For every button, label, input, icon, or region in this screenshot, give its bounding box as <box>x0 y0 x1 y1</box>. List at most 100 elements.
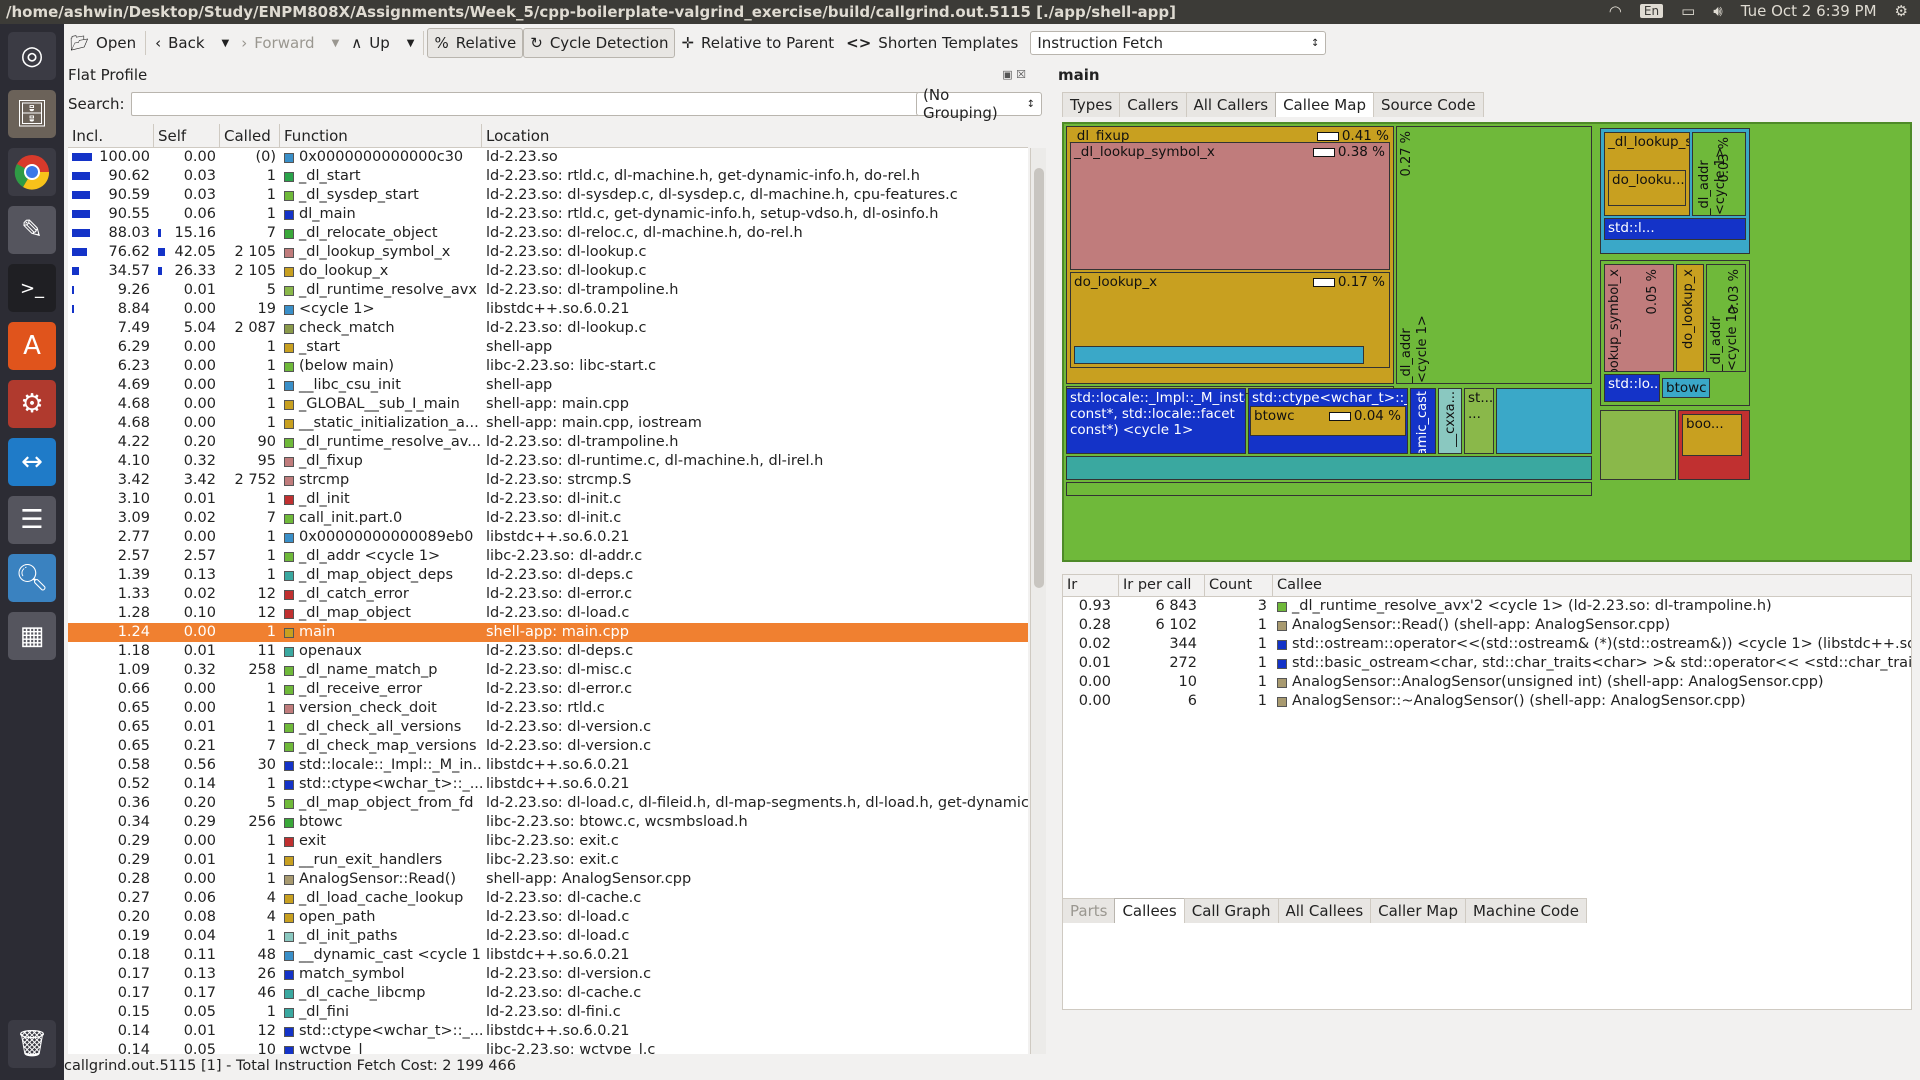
cycle-detection-toggle-button[interactable]: ↻ Cycle Detection <box>523 28 676 58</box>
treemap-right-do-lookup-2[interactable]: do_lookup_x <box>1676 264 1704 372</box>
open-button[interactable]: 📂︎ Open <box>64 28 142 58</box>
treemap-right-std-l[interactable]: std::l... <box>1604 218 1746 240</box>
table-row[interactable]: 7.49 5.04 2 087 check_match ld-2.23.so: dl-l… <box>68 319 1028 338</box>
callee-row[interactable]: 0.00 10 1 AnalogSensor::AnalogSensor(unsign… <box>1063 673 1911 692</box>
scrollbar-thumb[interactable] <box>1034 168 1044 588</box>
col-ir-per-call[interactable]: Ir per call <box>1119 575 1205 596</box>
table-row[interactable]: 0.58 0.56 30 std::locale::_Impl::_M_in... li… <box>68 756 1028 775</box>
treemap-cxxa[interactable]: __cxxa... <box>1438 388 1462 454</box>
table-row[interactable]: 0.20 0.08 4 open_path ld-2.23.so: dl-load.c <box>68 908 1028 927</box>
treemap-right-bottom-left[interactable] <box>1600 410 1676 480</box>
callee-row[interactable]: 0.01 272 1 std::basic_ostream<char, std::ch… <box>1063 654 1911 673</box>
text-editor-icon[interactable]: ✎ <box>8 206 56 254</box>
treemap-bottom-strip[interactable] <box>1066 456 1592 480</box>
drive-icon[interactable]: ☰ <box>8 496 56 544</box>
flat-profile-list[interactable]: 100.00 0.00 (0) 0x0000000000000c30 ld-2.23.s… <box>68 148 1028 1054</box>
teamviewer-icon[interactable]: ↔ <box>8 438 56 486</box>
callee-map[interactable]: _dl_fixup 0.41 % _dl_lookup_symbol_x 0.3… <box>1062 122 1912 562</box>
table-row[interactable]: 0.17 0.13 26 match_symbol ld-2.23.so: dl-ver… <box>68 965 1028 984</box>
table-row[interactable]: 0.29 0.00 1 exit libc-2.23.so: exit.c <box>68 832 1028 851</box>
close-icon[interactable]: ☒ <box>1016 68 1026 81</box>
table-row[interactable]: 1.24 0.00 1 main shell-app: main.cpp <box>68 623 1028 642</box>
tab-machine-code[interactable]: Machine Code <box>1464 898 1587 923</box>
table-row[interactable]: 1.39 0.13 1 _dl_map_object_deps ld-2.23.so: … <box>68 566 1028 585</box>
treemap-dl-addr-cycle[interactable]: 0.27 % _dl_addr <cycle 1> <box>1396 126 1592 384</box>
software-center-icon[interactable]: A <box>8 322 56 370</box>
table-row[interactable]: 0.34 0.29 256 btowc libc-2.23.so: btowc.c, w… <box>68 813 1028 832</box>
table-row[interactable]: 0.15 0.05 1 _dl_fini ld-2.23.so: dl-fini.c <box>68 1003 1028 1022</box>
treemap-dynamic-cast[interactable]: __dynamic_cast <c... <box>1410 388 1436 454</box>
tab-callees[interactable]: Callees <box>1114 898 1185 923</box>
table-row[interactable]: 34.57 26.33 2 105 do_lookup_x ld-2.23.so: dl… <box>68 262 1028 281</box>
table-row[interactable]: 0.27 0.06 4 _dl_load_cache_lookup ld-2.23.so… <box>68 889 1028 908</box>
treemap-locale-install-facet[interactable]: std::locale::_Impl::_M_install_facet(std… <box>1066 388 1246 454</box>
back-button[interactable]: ‹ Back ▼ <box>149 28 235 58</box>
terminal-icon[interactable]: >_ <box>8 264 56 312</box>
relative-to-parent-button[interactable]: ✛ Relative to Parent <box>675 28 840 58</box>
table-row[interactable]: 9.26 0.01 5 _dl_runtime_resolve_avx ld-2.23.… <box>68 281 1028 300</box>
treemap-right-dl-addr-2[interactable]: _dl_addr <cycle 1> 0.03 % <box>1706 264 1746 372</box>
table-row[interactable]: 90.62 0.03 1 _dl_start ld-2.23.so: rtld.c, d… <box>68 167 1028 186</box>
table-row[interactable]: 3.09 0.02 7 call_init.part.0 ld-2.23.so: dl-… <box>68 509 1028 528</box>
callee-row[interactable]: 0.28 6 102 1 AnalogSensor::Read() (shell-ap… <box>1063 616 1911 635</box>
callee-rows[interactable]: 0.93 6 843 3 _dl_runtime_resolve_avx'2 <cyc… <box>1063 597 1911 711</box>
table-row[interactable]: 4.68 0.00 1 __static_initialization_a... she… <box>68 414 1028 433</box>
clock[interactable]: Tue Oct 2 6:39 PM <box>1741 2 1877 20</box>
table-row[interactable]: 4.68 0.00 1 _GLOBAL__sub_I_main shell-app: m… <box>68 395 1028 414</box>
tab-parts[interactable]: Parts <box>1062 898 1116 923</box>
tab-callers[interactable]: Callers <box>1119 92 1187 117</box>
kcachegrind-icon[interactable]: 🔍︎ <box>8 554 56 602</box>
tab-caller-map[interactable]: Caller Map <box>1370 898 1466 923</box>
table-row[interactable]: 90.59 0.03 1 _dl_sysdep_start ld-2.23.so: dl… <box>68 186 1028 205</box>
treemap-right-boo-inner[interactable]: boo... <box>1682 414 1742 456</box>
grouping-select[interactable]: (No Grouping) ↕ <box>916 86 1042 122</box>
table-row[interactable]: 2.77 0.00 1 0x00000000000089eb0 libstdc++.so… <box>68 528 1028 547</box>
table-row[interactable]: 1.18 0.01 11 openaux ld-2.23.so: dl-deps.c <box>68 642 1028 661</box>
table-row[interactable]: 0.18 0.11 48 __dynamic_cast <cycle 1> libstd… <box>68 946 1028 965</box>
col-self[interactable]: Self <box>154 124 220 147</box>
treemap-right-btowc[interactable]: btowc <box>1662 378 1710 398</box>
table-row[interactable]: 0.65 0.00 1 version_check_doit ld-2.23.so: r… <box>68 699 1028 718</box>
tab-all-callers[interactable]: All Callers <box>1185 92 1277 117</box>
table-row[interactable]: 2.57 2.57 1 _dl_addr <cycle 1> libc-2.23.so:… <box>68 547 1028 566</box>
col-incl[interactable]: Incl. <box>68 124 154 147</box>
search-input[interactable] <box>130 92 919 116</box>
dropdown-arrow-icon[interactable]: ▼ <box>407 38 415 49</box>
tab-types[interactable]: Types <box>1062 92 1121 117</box>
table-row[interactable]: 0.36 0.20 5 _dl_map_object_from_fd ld-2.23.s… <box>68 794 1028 813</box>
up-button[interactable]: ∧ Up ▼ <box>345 28 420 58</box>
table-row[interactable]: 76.62 42.05 2 105 _dl_lookup_symbol_x ld-2.2… <box>68 243 1028 262</box>
table-row[interactable]: 4.10 0.32 95 _dl_fixup ld-2.23.so: dl-runtim… <box>68 452 1028 471</box>
table-row[interactable]: 0.14 0.05 10 wctype_l libc-2.23.so: wctype_l… <box>68 1041 1028 1054</box>
keyboard-layout-indicator[interactable]: En <box>1639 4 1664 18</box>
callee-row[interactable]: 0.93 6 843 3 _dl_runtime_resolve_avx'2 <cyc… <box>1063 597 1911 616</box>
treemap-bottom-strip-2[interactable] <box>1066 482 1592 496</box>
col-function[interactable]: Function <box>280 124 482 147</box>
table-row[interactable]: 0.65 0.21 7 _dl_check_map_versions ld-2.23.s… <box>68 737 1028 756</box>
float-icon[interactable]: ▣ <box>1002 68 1012 81</box>
vertical-scrollbar[interactable] <box>1030 148 1046 1054</box>
treemap-check-match[interactable] <box>1074 346 1364 364</box>
table-row[interactable]: 4.22 0.20 90 _dl_runtime_resolve_av... ld-2.… <box>68 433 1028 452</box>
event-type-select[interactable]: Instruction Fetch ↕ <box>1030 31 1327 55</box>
table-row[interactable]: 0.14 0.01 12 std::ctype<wchar_t>::_... libst… <box>68 1022 1028 1041</box>
files-icon[interactable]: 🗄︎ <box>8 90 56 138</box>
relative-toggle-button[interactable]: % Relative <box>427 28 524 58</box>
trash-icon[interactable]: 🗑︎ <box>8 1020 56 1068</box>
power-gear-icon[interactable]: ⚙ <box>1895 2 1908 20</box>
treemap-right-dl-lookup-2[interactable]: _dl_lookup_symbol_x 0.05 % <box>1604 264 1674 372</box>
tab-call-graph[interactable]: Call Graph <box>1183 898 1279 923</box>
table-row[interactable]: 1.09 0.32 258 _dl_name_match_p ld-2.23.so: d… <box>68 661 1028 680</box>
treemap-right-do-lookup[interactable]: do_looku... <box>1608 170 1686 206</box>
wifi-icon[interactable]: ◠ <box>1609 2 1622 20</box>
table-row[interactable]: 1.33 0.02 12 _dl_catch_error ld-2.23.so: dl-… <box>68 585 1028 604</box>
dash-home-icon[interactable]: ◎ <box>8 32 56 80</box>
system-settings-icon[interactable]: ⚙ <box>8 380 56 428</box>
col-ir[interactable]: Ir <box>1063 575 1119 596</box>
treemap-btowc[interactable]: btowc 0.04 % <box>1250 406 1406 436</box>
treemap-right-std-lo[interactable]: std::lo... <box>1604 374 1660 402</box>
volume-icon[interactable]: 🔊︎ <box>1713 2 1722 20</box>
col-called[interactable]: Called <box>220 124 280 147</box>
table-row[interactable]: 8.84 0.00 19 <cycle 1> libstdc++.so.6.0.21 <box>68 300 1028 319</box>
workspace-switcher-icon[interactable]: ▦ <box>8 612 56 660</box>
